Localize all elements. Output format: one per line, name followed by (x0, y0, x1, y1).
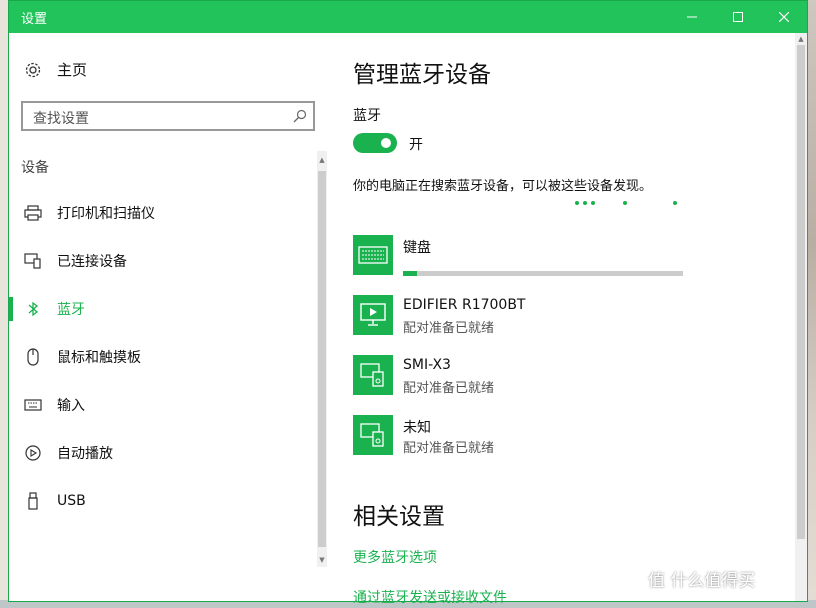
scroll-up-arrow-icon[interactable]: ▲ (797, 35, 805, 43)
device-name: SMI-X3 (403, 357, 451, 373)
nav-item-autoplay[interactable]: 自动播放 (9, 429, 317, 477)
settings-window: 设置 主页 查找设置 设备 打印机和扫描仪 已连接设备 蓝牙 鼠标和触摸板 输入… (8, 0, 808, 606)
nav-scrollbar[interactable]: ▲ ▼ (317, 151, 327, 567)
more-bluetooth-options-link[interactable]: 更多蓝牙选项 (353, 547, 437, 567)
search-placeholder: 查找设置 (33, 111, 89, 127)
close-button[interactable] (761, 1, 807, 33)
keyboard-device-icon (353, 235, 393, 275)
nav-item-connected-devices[interactable]: 已连接设备 (9, 237, 317, 285)
progress-dot (623, 201, 627, 205)
nav-item-label: 打印机和扫描仪 (57, 206, 155, 222)
nav-list: 打印机和扫描仪 已连接设备 蓝牙 鼠标和触摸板 输入 自动播放 USB (9, 189, 317, 525)
minimize-button[interactable] (669, 1, 715, 33)
pairing-progress-fill (403, 271, 417, 276)
nav-item-printers[interactable]: 打印机和扫描仪 (9, 189, 317, 237)
phone-pc-device-icon (353, 415, 393, 455)
maximize-button[interactable] (715, 1, 761, 33)
device-status: 配对准备已就绪 (403, 381, 495, 396)
bluetooth-label: 蓝牙 (353, 108, 381, 124)
usb-icon (23, 492, 43, 510)
device-name: 键盘 (403, 240, 431, 256)
device-item-edifier[interactable]: EDIFIER R1700BT 配对准备已就绪 (353, 295, 793, 339)
nav-item-usb[interactable]: USB (9, 477, 317, 525)
window-title: 设置 (21, 12, 48, 27)
autoplay-icon (23, 444, 43, 462)
progress-dot (591, 201, 595, 205)
close-icon (779, 12, 789, 22)
scroll-down-arrow-icon[interactable]: ▼ (318, 555, 326, 565)
nav-item-label: 鼠标和触摸板 (57, 350, 141, 366)
nav-item-label: 自动播放 (57, 446, 113, 462)
device-name: EDIFIER R1700BT (403, 297, 526, 313)
page-title: 管理蓝牙设备 (353, 62, 491, 88)
page-scrollbar-thumb[interactable] (797, 45, 805, 539)
toggle-knob (381, 138, 391, 148)
settings-nav: 主页 查找设置 设备 打印机和扫描仪 已连接设备 蓝牙 鼠标和触摸板 输入 自动… (9, 33, 327, 601)
phone-pc-device-icon (353, 355, 393, 395)
connected-devices-icon (23, 253, 43, 269)
nav-item-label: 输入 (57, 398, 85, 414)
home-label: 主页 (57, 61, 88, 79)
nav-item-typing[interactable]: 输入 (9, 381, 317, 429)
printer-icon (23, 205, 43, 221)
device-status: 配对准备已就绪 (403, 321, 495, 336)
nav-item-label: USB (57, 493, 86, 509)
nav-scrollbar-thumb[interactable] (318, 171, 326, 547)
discoverable-message: 你的电脑正在搜索蓝牙设备，可以被这些设备发现。 (353, 179, 653, 194)
pairing-progress-bar (403, 271, 683, 276)
device-item-unknown[interactable]: 未知 配对准备已就绪 (353, 415, 793, 459)
title-bar[interactable]: 设置 (9, 1, 807, 33)
nav-section-title: 设备 (21, 160, 49, 176)
desktop-background-left (0, 0, 8, 608)
bluetooth-icon (23, 301, 43, 317)
page-scrollbar[interactable]: ▲ (795, 33, 807, 601)
mouse-icon (23, 348, 43, 366)
bluetooth-toggle-state: 开 (409, 137, 423, 153)
search-icon (293, 109, 307, 123)
minimize-icon (687, 16, 697, 18)
nav-item-label: 蓝牙 (57, 302, 85, 318)
nav-item-mouse[interactable]: 鼠标和触摸板 (9, 333, 317, 381)
device-name: 未知 (403, 420, 431, 436)
search-input[interactable]: 查找设置 (21, 101, 315, 131)
device-item-keyboard[interactable]: 键盘 (353, 235, 793, 279)
device-item-smi-x3[interactable]: SMI-X3 配对准备已就绪 (353, 355, 793, 399)
related-settings-title: 相关设置 (353, 504, 445, 530)
keyboard-icon (23, 399, 43, 411)
device-status: 配对准备已就绪 (403, 441, 495, 456)
send-receive-files-link[interactable]: 通过蓝牙发送或接收文件 (353, 587, 507, 607)
bluetooth-toggle[interactable] (353, 133, 397, 153)
progress-dot (583, 201, 587, 205)
desktop-background-right (808, 0, 816, 608)
watermark: 值 什么值得买 (648, 571, 756, 591)
nav-item-label: 已连接设备 (57, 254, 127, 270)
progress-dot (575, 201, 579, 205)
bluetooth-page: 管理蓝牙设备 蓝牙 开 你的电脑正在搜索蓝牙设备，可以被这些设备发现。 键盘 E… (353, 33, 793, 606)
home-nav-item[interactable]: 主页 (23, 59, 87, 80)
display-device-icon (353, 295, 393, 335)
progress-dot (673, 201, 677, 205)
gear-icon (23, 60, 43, 80)
maximize-icon (733, 12, 743, 22)
scroll-up-arrow-icon[interactable]: ▲ (318, 155, 326, 165)
nav-item-bluetooth[interactable]: 蓝牙 (9, 285, 317, 333)
